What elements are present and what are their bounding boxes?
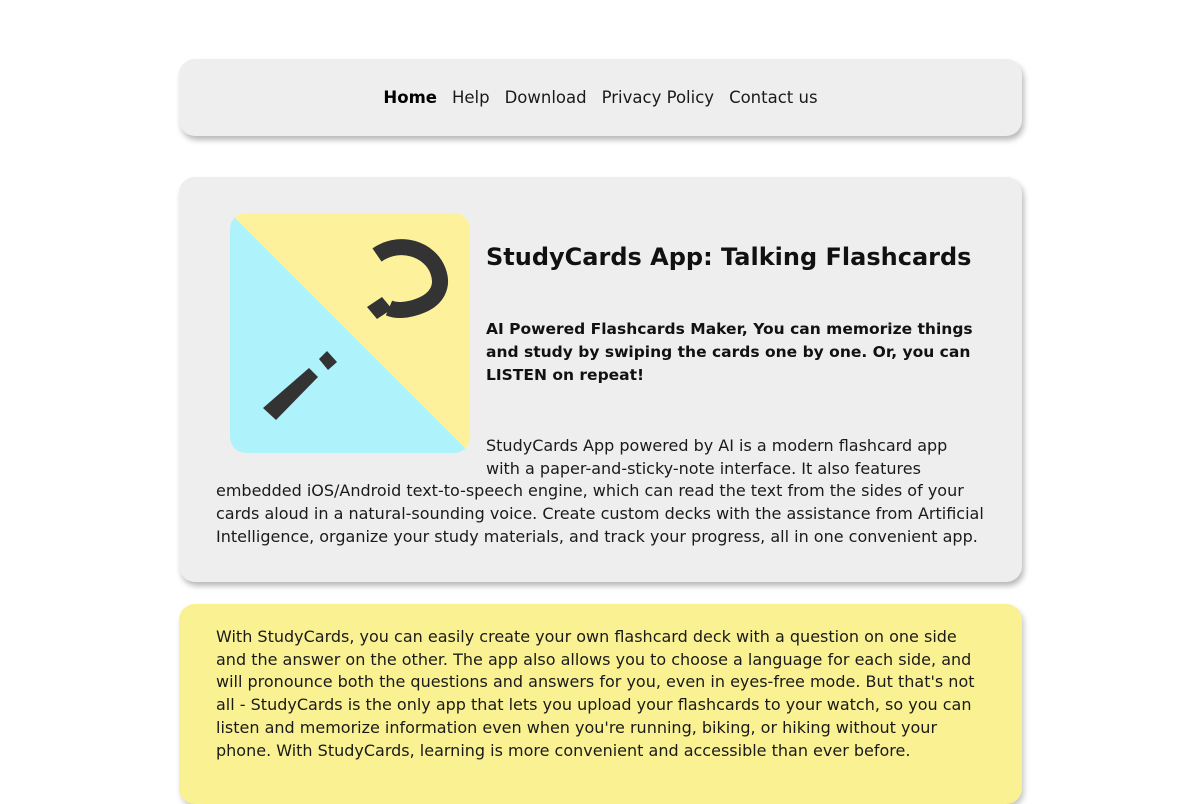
nav-privacy-policy-link[interactable]: Privacy Policy: [602, 88, 714, 107]
hero-section: StudyCards App: Talking Flashcards AI Po…: [179, 177, 1022, 582]
app-logo: [230, 213, 470, 453]
feature-section: With StudyCards, you can easily create y…: [179, 604, 1022, 804]
nav-download-link[interactable]: Download: [505, 88, 587, 107]
nav-home-link[interactable]: Home: [383, 88, 437, 107]
top-navigation: Home Help Download Privacy Policy Contac…: [179, 59, 1022, 136]
nav-contact-us-link[interactable]: Contact us: [729, 88, 818, 107]
question-mark-exclamation-logo-icon: [230, 213, 470, 453]
feature-description: With StudyCards, you can easily create y…: [216, 627, 975, 760]
nav-help-link[interactable]: Help: [452, 88, 490, 107]
